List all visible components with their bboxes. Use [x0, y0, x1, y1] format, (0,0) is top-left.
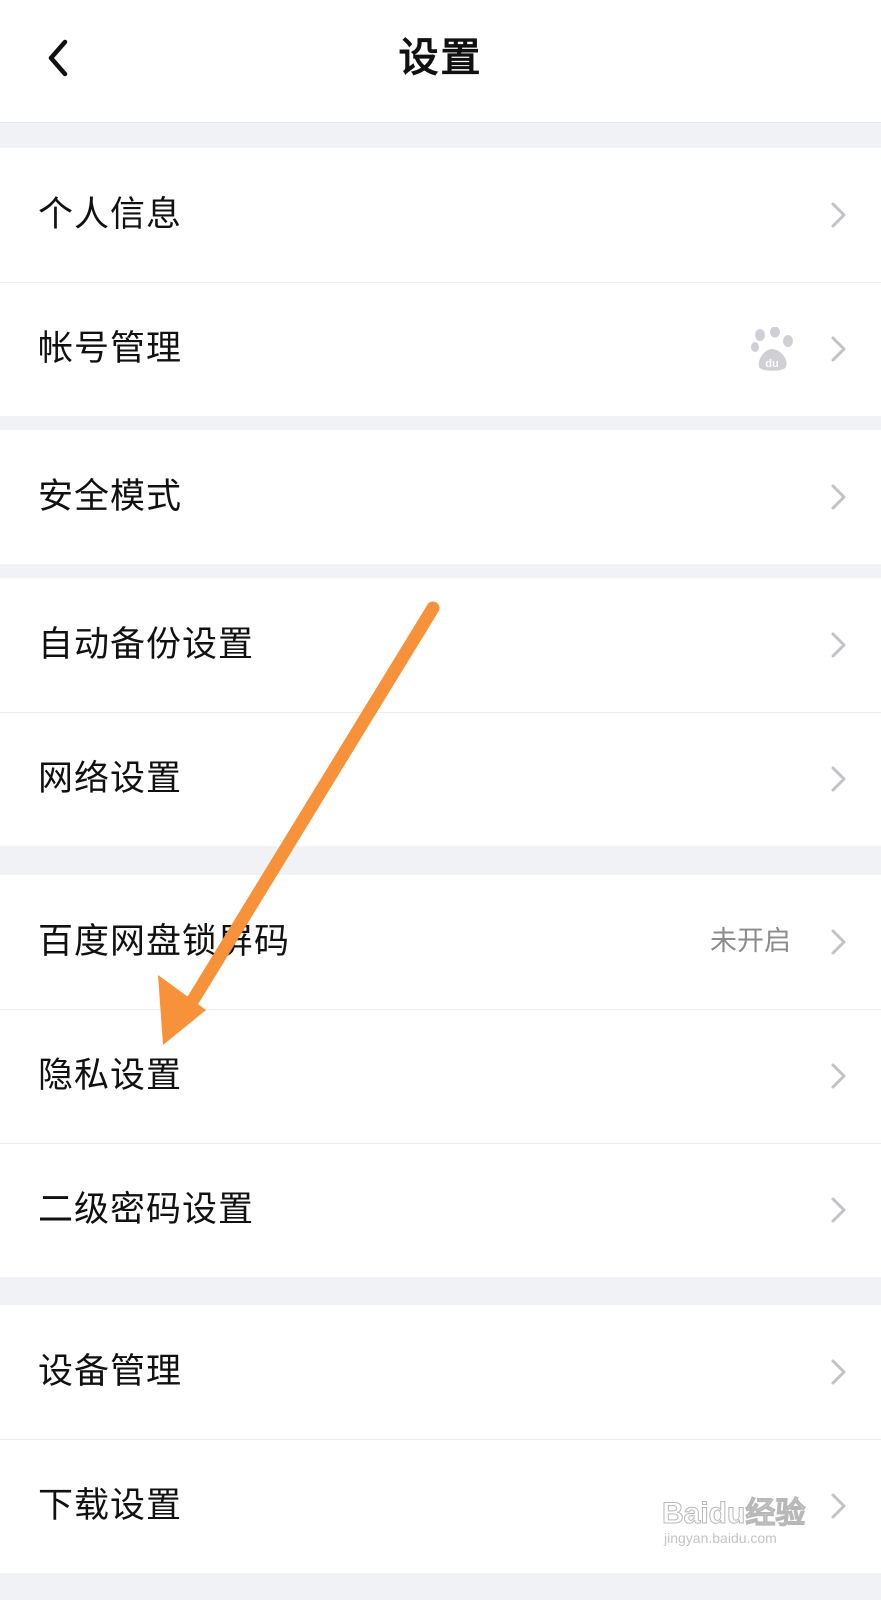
- settings-group-device: 设备管理 下载设置: [0, 1305, 881, 1573]
- settings-item-label: 百度网盘锁屏码: [38, 922, 291, 962]
- chevron-right-icon: [831, 1493, 846, 1519]
- chevron-right-icon: [831, 632, 846, 658]
- settings-item-account-management[interactable]: 帐号管理 du: [0, 282, 881, 416]
- svg-text:du: du: [765, 358, 778, 370]
- settings-item-personal-info[interactable]: 个人信息: [0, 148, 881, 282]
- chevron-right-icon: [831, 202, 846, 228]
- settings-item-network[interactable]: 网络设置: [0, 712, 881, 846]
- settings-group-safety: 安全模式: [0, 430, 881, 564]
- settings-item-secondary-password[interactable]: 二级密码设置: [0, 1143, 881, 1277]
- settings-group-security: 百度网盘锁屏码 未开启 隐私设置 二级密码设置: [0, 875, 881, 1277]
- settings-item-label: 设备管理: [38, 1352, 183, 1392]
- chevron-right-icon: [831, 1359, 846, 1385]
- chevron-right-icon: [831, 1063, 846, 1089]
- chevron-right-icon: [831, 336, 846, 362]
- chevron-right-icon: [831, 484, 846, 510]
- settings-item-label: 二级密码设置: [38, 1190, 255, 1230]
- page-title: 设置: [398, 35, 483, 81]
- settings-item-label: 安全模式: [38, 477, 183, 517]
- settings-item-lock-screen-code[interactable]: 百度网盘锁屏码 未开启: [0, 875, 881, 1009]
- chevron-right-icon: [831, 1197, 846, 1223]
- settings-item-privacy[interactable]: 隐私设置: [0, 1009, 881, 1143]
- settings-item-label: 隐私设置: [38, 1056, 183, 1096]
- settings-item-status: 未开启: [710, 926, 791, 957]
- settings-item-label: 帐号管理: [38, 329, 183, 369]
- settings-item-label: 自动备份设置: [38, 625, 255, 665]
- chevron-right-icon: [831, 766, 846, 792]
- settings-item-label: 网络设置: [38, 759, 183, 799]
- settings-item-safe-mode[interactable]: 安全模式: [0, 430, 881, 564]
- settings-item-label: 下载设置: [38, 1486, 183, 1526]
- settings-item-device-management[interactable]: 设备管理: [0, 1305, 881, 1439]
- settings-item-download[interactable]: 下载设置: [0, 1439, 881, 1573]
- settings-item-auto-backup[interactable]: 自动备份设置: [0, 578, 881, 712]
- settings-group-backup-network: 自动备份设置 网络设置: [0, 578, 881, 846]
- nav-bar: 设置: [0, 0, 881, 123]
- chevron-right-icon: [831, 929, 846, 955]
- baidu-paw-icon: du: [751, 327, 793, 371]
- settings-item-label: 个人信息: [38, 195, 183, 235]
- settings-group-account: 个人信息 帐号管理 du: [0, 148, 881, 416]
